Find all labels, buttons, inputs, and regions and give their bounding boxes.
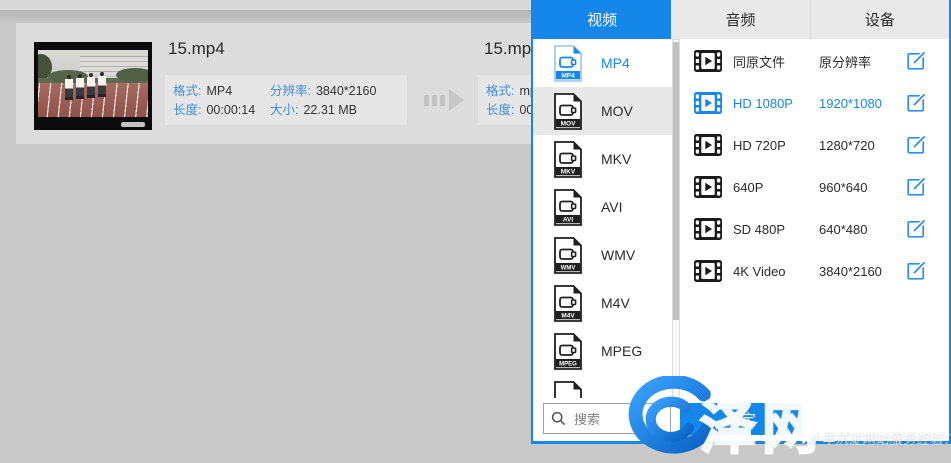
panel-footer: 确定: [533, 398, 949, 441]
format-item-label: MKV: [601, 151, 631, 167]
avi-file-icon: AVI: [552, 188, 584, 227]
tab-video[interactable]: 视频: [533, 0, 671, 39]
video-thumbnail[interactable]: [34, 42, 152, 130]
film-icon: [694, 134, 722, 156]
quality-resolution: 1280*720: [819, 138, 911, 153]
film-icon: [694, 50, 722, 72]
film-icon: [694, 218, 722, 240]
tab-audio[interactable]: 音频: [671, 0, 809, 39]
edit-settings-icon[interactable]: [906, 176, 927, 197]
thumb-person: [76, 74, 84, 99]
thumb-person: [65, 75, 73, 100]
search-box[interactable]: [543, 403, 671, 434]
thumb-person: [87, 73, 95, 98]
size-label: 大小:: [270, 101, 298, 120]
format-item-mpeg[interactable]: MPEG MPEG: [533, 327, 672, 375]
format-item-mp4[interactable]: MP4 MP4: [533, 39, 672, 87]
svg-text:M4V: M4V: [561, 312, 575, 319]
edit-settings-icon[interactable]: [906, 218, 927, 239]
panel-tabs: 视频 音频 设备: [533, 0, 949, 39]
mp4-file-icon: MP4: [552, 44, 584, 83]
quality-item-original[interactable]: 同原文件 原分辨率: [681, 40, 949, 82]
scrollbar-thumb[interactable]: [673, 42, 679, 320]
wmv-file-icon: WMV: [552, 236, 584, 275]
edit-settings-icon[interactable]: [906, 134, 927, 155]
source-file-name: 15.mp4: [168, 39, 225, 59]
format-item-label: MP4: [601, 55, 630, 71]
format-item-avi[interactable]: AVI AVI: [533, 183, 672, 231]
quality-item-hd1080p[interactable]: HD 1080P 1920*1080: [681, 82, 949, 124]
quality-name: 640P: [733, 180, 819, 195]
svg-text:MPEG: MPEG: [559, 361, 577, 367]
thumbnail-watermark: [121, 122, 145, 127]
edit-settings-icon[interactable]: [906, 50, 927, 71]
format-list: MP4 MP4 MOV MOV: [533, 39, 681, 398]
format-item-m4v[interactable]: M4V M4V: [533, 279, 672, 327]
resolution-label: 分辨率:: [270, 82, 311, 101]
format-item-label: M4V: [601, 295, 630, 311]
video-file-icon: [552, 380, 584, 399]
mov-file-icon: MOV: [552, 92, 584, 131]
tab-device[interactable]: 设备: [810, 0, 949, 39]
quality-item-sd480p[interactable]: SD 480P 640*480: [681, 208, 949, 250]
format-item-mkv[interactable]: MKV MKV: [533, 135, 672, 183]
quality-resolution: 原分辨率: [819, 52, 911, 71]
mkv-file-icon: MKV: [552, 140, 584, 179]
quality-resolution: 1920*1080: [819, 96, 911, 111]
source-file-info: 格式: MP4 分辨率: 3840*2160 长度: 00:00:14 大小: 22.3…: [165, 75, 407, 125]
app-window: 15.mp4 格式: MP4 分辨率: 3840*2160 长度: 00:00:14 …: [0, 0, 951, 463]
format-item-mov[interactable]: MOV MOV: [533, 87, 672, 135]
quality-name: SD 480P: [733, 222, 819, 237]
quality-name: HD 1080P: [733, 96, 819, 111]
quality-item-640p[interactable]: 640P 960*640: [681, 166, 949, 208]
thumb-person: [98, 72, 106, 97]
film-icon: [694, 176, 722, 198]
svg-text:MOV: MOV: [561, 120, 576, 127]
convert-arrow-icon: [424, 89, 464, 111]
search-icon: [551, 411, 566, 426]
format-item-label: MPEG: [601, 343, 642, 359]
svg-text:AVI: AVI: [563, 216, 574, 223]
thumbnail-image: [38, 50, 148, 117]
edit-settings-icon[interactable]: [906, 92, 927, 113]
svg-text:WMV: WMV: [561, 265, 576, 271]
format-item-wmv[interactable]: WMV WMV: [533, 231, 672, 279]
m4v-file-icon: M4V: [552, 284, 584, 323]
format-item-label: MOV: [601, 103, 633, 119]
quality-resolution: 640*480: [819, 222, 911, 237]
quality-resolution: 960*640: [819, 180, 911, 195]
duration-label: 长度:: [173, 101, 201, 120]
svg-text:MP4: MP4: [561, 72, 575, 79]
duration-value: 00:00:14: [206, 101, 255, 120]
format-label: 格式:: [486, 82, 514, 101]
size-value: 22.31 MB: [303, 101, 357, 120]
quality-item-hd720p[interactable]: HD 720P 1280*720: [681, 124, 949, 166]
format-label: 格式:: [173, 82, 201, 101]
mpeg-file-icon: MPEG: [552, 332, 584, 371]
edit-settings-icon[interactable]: [906, 260, 927, 281]
film-icon: [694, 92, 722, 114]
format-scrollbar[interactable]: [672, 39, 680, 398]
resolution-value: 3840*2160: [316, 82, 376, 101]
quality-name: 4K Video: [733, 264, 819, 279]
thumb-tree: [116, 68, 148, 82]
quality-name: HD 720P: [733, 138, 819, 153]
quality-item-4k[interactable]: 4K Video 3840*2160: [681, 250, 949, 292]
format-item-label: AVI: [601, 199, 623, 215]
duration-label: 长度:: [486, 101, 514, 120]
format-value: MP4: [206, 82, 232, 101]
svg-text:MKV: MKV: [561, 168, 576, 175]
quality-name: 同原文件: [733, 52, 819, 71]
format-item-label: WMV: [601, 247, 635, 263]
confirm-button[interactable]: 确定: [680, 403, 802, 435]
film-icon: [694, 260, 722, 282]
quality-resolution: 3840*2160: [819, 264, 911, 279]
format-item-partial[interactable]: [533, 375, 672, 398]
quality-list: 同原文件 原分辨率 HD: [681, 39, 949, 398]
search-input[interactable]: [572, 405, 668, 434]
format-picker-panel: 视频 音频 设备 MP4 MP4: [531, 0, 951, 444]
